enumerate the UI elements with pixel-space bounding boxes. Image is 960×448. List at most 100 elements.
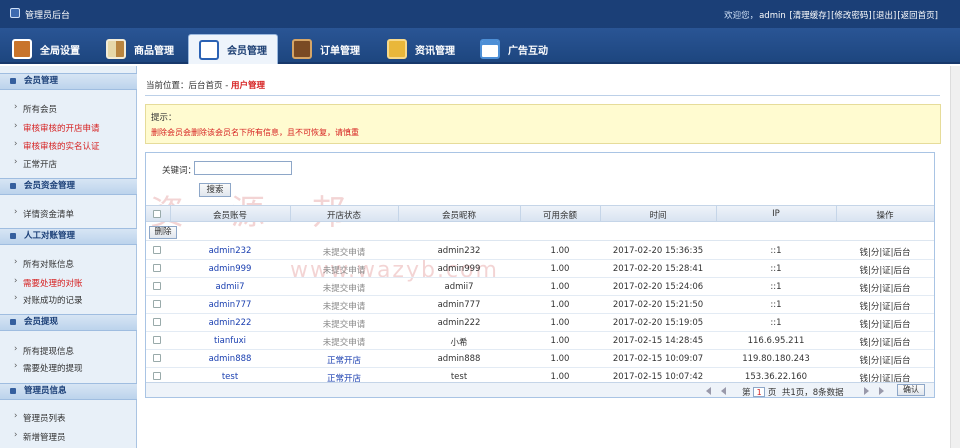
cell-actions[interactable]: 钱|分|证|后台 [836,318,934,330]
cell-account[interactable]: admin222 [170,318,290,328]
cell-time: 2017-02-20 15:36:35 [612,246,704,256]
table-row: admin232 未提交申请 admin232 1.00 2017-02-20 15:3… [146,242,934,260]
next-page-icon[interactable] [864,387,869,395]
tab-news-management[interactable]: 资讯管理 [387,34,455,64]
cell-ip: ::1 [770,246,782,256]
cell-account[interactable]: admin888 [170,354,290,364]
cell-actions[interactable]: 钱|分|证|后台 [836,336,934,348]
sidebar-item-open-shops[interactable]: 正常开店 [14,157,57,170]
sidebar-item-admin-list[interactable]: 管理员列表 [14,411,65,424]
sidebar-item-shop-applications[interactable]: 审核审核的开店申请 [14,121,99,134]
delete-button[interactable]: 删除 [149,226,177,239]
cell-actions[interactable]: 钱|分|证|后台 [836,282,934,294]
prev-page-icon[interactable] [721,387,726,395]
welcome-text: 欢迎您， [724,11,759,21]
sidebar-item-pending-withdrawals[interactable]: 需要处理的提现 [14,361,82,374]
column-header-time: 时间 [649,211,667,221]
table-row: admii7 未提交申请 admii7 1.00 2017-02-20 15:24:06… [146,278,934,296]
cell-ip: 153.36.22.160 [744,372,808,382]
cell-ip: ::1 [770,318,782,328]
table-row: admin999 未提交申请 admin999 1.00 2017-02-20 15:2… [146,260,934,278]
cell-balance: 1.00 [550,264,570,274]
page-number-input[interactable]: 1 [753,387,766,397]
table-row: admin888 正常开店 admin888 1.00 2017-02-15 10:09… [146,350,934,368]
row-checkbox[interactable] [153,300,161,308]
row-checkbox[interactable] [153,246,161,254]
cell-balance: 1.00 [550,246,570,256]
sidebar-item-fund-details[interactable]: 详情资金清单 [14,207,74,220]
row-checkbox[interactable] [153,354,161,362]
breadcrumb-home-link[interactable]: 后台首页 [189,81,223,91]
select-all-checkbox[interactable] [153,210,161,218]
cell-status: 未提交申请 [322,266,366,276]
app-title: 管理员后台 [25,11,71,21]
return-home-link[interactable]: [返回首页] [897,11,938,21]
change-password-link[interactable]: [修改密码] [831,11,872,21]
window-icon [480,39,500,59]
sidebar-item-all-reconciliation[interactable]: 所有对账信息 [14,257,74,270]
row-checkbox[interactable] [153,282,161,290]
row-checkbox[interactable] [153,318,161,326]
cell-actions[interactable]: 钱|分|证|后台 [836,354,934,366]
column-header-status: 开店状态 [326,211,361,221]
cell-ip: 119.80.180.243 [742,354,810,364]
furniture-icon [12,39,32,59]
sidebar-item-pending-reconciliation[interactable]: 需要处理的对账 [14,276,82,289]
sidebar-item-reconciliation-success[interactable]: 对账成功的记录 [14,293,82,306]
folder-icon [387,39,407,59]
main-nav: 全局设置 商品管理 会员管理 订单管理 资讯管理 广告互动 [0,28,960,64]
breadcrumb-separator: - [222,81,232,91]
cell-ip: ::1 [770,300,782,310]
cell-account[interactable]: tianfuxi [170,336,290,346]
sidebar-item-realname-verification[interactable]: 审核审核的实名认证 [14,139,99,152]
cell-time: 2017-02-20 15:24:06 [612,282,704,292]
sidebar-item-add-admin[interactable]: 新增管理员 [14,430,65,443]
sidebar-group-funds[interactable]: 会员资金管理 [0,178,137,195]
tab-order-management[interactable]: 订单管理 [292,34,360,64]
top-bar: 管理员后台 欢迎您，admin [清理缓存][修改密码][退出][返回首页] [0,0,960,28]
row-checkbox[interactable] [153,264,161,272]
column-header-account: 会员账号 [212,211,247,221]
first-page-icon[interactable] [706,387,711,395]
cell-account[interactable]: admin777 [170,300,290,310]
clear-cache-link[interactable]: [清理缓存] [789,11,830,21]
table-header: 会员账号 开店状态 会员昵称 可用余额 时间 IP 操作 [146,205,934,222]
sidebar-group-admin-info[interactable]: 管理员信息 [0,383,137,400]
cell-balance: 1.00 [550,372,570,382]
row-checkbox[interactable] [153,372,161,380]
tab-product-management[interactable]: 商品管理 [106,34,174,64]
cell-time: 2017-02-15 10:09:07 [612,354,704,364]
cell-actions[interactable]: 钱|分|证|后台 [836,264,934,276]
last-page-icon[interactable] [879,387,884,395]
cell-account[interactable]: test [170,372,290,382]
tab-label: 全局设置 [40,45,80,57]
cell-actions[interactable]: 钱|分|证|后台 [836,300,934,312]
scrollbar[interactable] [950,66,960,448]
tab-global-settings[interactable]: 全局设置 [12,34,80,64]
cell-nickname: test [450,372,468,382]
tab-ad-interaction[interactable]: 广告互动 [480,34,548,64]
confirm-page-button[interactable]: 确认 [897,384,925,396]
cell-status: 未提交申请 [322,284,366,294]
sidebar-item-all-withdrawals[interactable]: 所有提现信息 [14,344,74,357]
wallet-icon [292,39,312,59]
sidebar-group-reconciliation[interactable]: 人工对账管理 [0,228,137,245]
page-summary: 共1页，8条数据 [781,388,844,398]
tip-title: 提示： [151,113,177,123]
sidebar-group-withdrawal[interactable]: 会员提现 [0,314,137,331]
sidebar-group-member[interactable]: 会员管理 [0,73,137,90]
cell-account[interactable]: admin232 [170,246,290,256]
breadcrumb: 当前位置：后台首页 - 用户管理 [146,79,265,91]
bulk-action-row [146,223,934,241]
cell-balance: 1.00 [550,336,570,346]
cell-account[interactable]: admii7 [170,282,290,292]
tab-member-management[interactable]: 会员管理 [188,34,278,64]
page-info: 第 1 页 共1页，8条数据 [742,386,844,398]
sidebar-item-all-members[interactable]: 所有会员 [14,102,57,115]
keyword-input[interactable] [194,161,292,175]
cell-nickname: admin222 [437,318,481,328]
cell-actions[interactable]: 钱|分|证|后台 [836,246,934,258]
cell-account[interactable]: admin999 [170,264,290,274]
logout-link[interactable]: [退出] [873,11,897,21]
row-checkbox[interactable] [153,336,161,344]
